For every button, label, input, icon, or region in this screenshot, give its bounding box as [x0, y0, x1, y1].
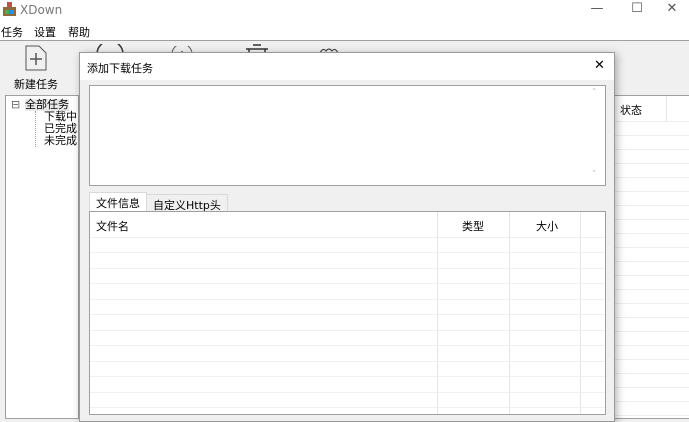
list-row: [606, 290, 689, 304]
menu-help[interactable]: 帮助: [68, 24, 90, 40]
column-size[interactable]: 大小: [536, 218, 558, 234]
list-row: [606, 220, 689, 234]
scroll-down-icon[interactable]: ˅: [592, 170, 597, 180]
table-row: [90, 238, 605, 253]
table-row: [90, 254, 605, 269]
table-row: [90, 269, 605, 284]
dialog-close-button[interactable]: ✕: [594, 58, 605, 73]
list-row: [606, 276, 689, 290]
table-row: [90, 347, 605, 362]
list-row: [606, 262, 689, 276]
table-row: [90, 285, 605, 300]
menu-task[interactable]: 任务: [1, 24, 23, 40]
list-row: [606, 402, 689, 416]
task-list: 状态: [605, 95, 689, 419]
list-row: [606, 304, 689, 318]
new-task-button[interactable]: 新建任务: [10, 43, 60, 91]
url-scrollbar[interactable]: ˄ ˅: [588, 86, 605, 185]
table-row: [90, 362, 605, 377]
list-row: [606, 192, 689, 206]
window-title: XDown: [20, 3, 63, 17]
task-tree: ⊟ 全部任务 下载中 已完成 未完成: [5, 95, 79, 419]
new-file-icon: [25, 45, 47, 71]
menu-bar: 任务 设置 帮助: [0, 20, 689, 40]
list-row: [606, 178, 689, 192]
list-row: [606, 318, 689, 332]
table-row: [90, 378, 605, 393]
list-row: [606, 374, 689, 388]
file-table: 文件名 类型 大小: [89, 211, 606, 415]
list-row: [606, 388, 689, 402]
new-task-label: 新建任务: [14, 78, 58, 91]
list-row: [606, 346, 689, 360]
list-row: [606, 248, 689, 262]
list-row: [606, 360, 689, 374]
scroll-up-icon[interactable]: ˄: [592, 88, 597, 98]
title-bar: XDown — ☐ ✕: [0, 0, 689, 20]
list-row: [606, 164, 689, 178]
dialog-title: 添加下载任务: [87, 62, 153, 75]
tree-item-incomplete[interactable]: 未完成: [44, 135, 77, 147]
maximize-button[interactable]: ☐: [617, 0, 657, 18]
table-row: [90, 331, 605, 346]
table-row: [90, 393, 605, 408]
list-row: [606, 136, 689, 150]
column-filename[interactable]: 文件名: [96, 218, 129, 234]
list-row: [606, 206, 689, 220]
list-row: [606, 150, 689, 164]
file-table-header: 文件名 类型 大小: [90, 212, 605, 238]
list-row: [606, 234, 689, 248]
url-input[interactable]: [89, 85, 606, 186]
tab-file-info[interactable]: 文件信息: [89, 192, 147, 211]
menu-settings[interactable]: 设置: [34, 24, 56, 40]
list-row: [606, 122, 689, 136]
column-status[interactable]: 状态: [620, 102, 642, 118]
column-divider: [666, 96, 667, 122]
list-header: 状态: [606, 96, 689, 122]
tree-lines: [35, 111, 43, 147]
tree-expander[interactable]: ⊟: [11, 99, 20, 111]
add-task-dialog: 添加下载任务 ✕ ˄ ˅ 文件信息 自定义Http头 文件名 类型 大小: [79, 52, 615, 422]
close-window-button[interactable]: ✕: [652, 0, 689, 18]
column-type[interactable]: 类型: [462, 218, 484, 234]
tab-custom-http-header[interactable]: 自定义Http头: [146, 194, 228, 212]
minimize-button[interactable]: —: [577, 0, 617, 18]
table-row: [90, 316, 605, 331]
app-icon: [3, 2, 16, 16]
dialog-title-bar: 添加下载任务 ✕: [80, 53, 614, 80]
table-row: [90, 300, 605, 315]
list-row: [606, 332, 689, 346]
